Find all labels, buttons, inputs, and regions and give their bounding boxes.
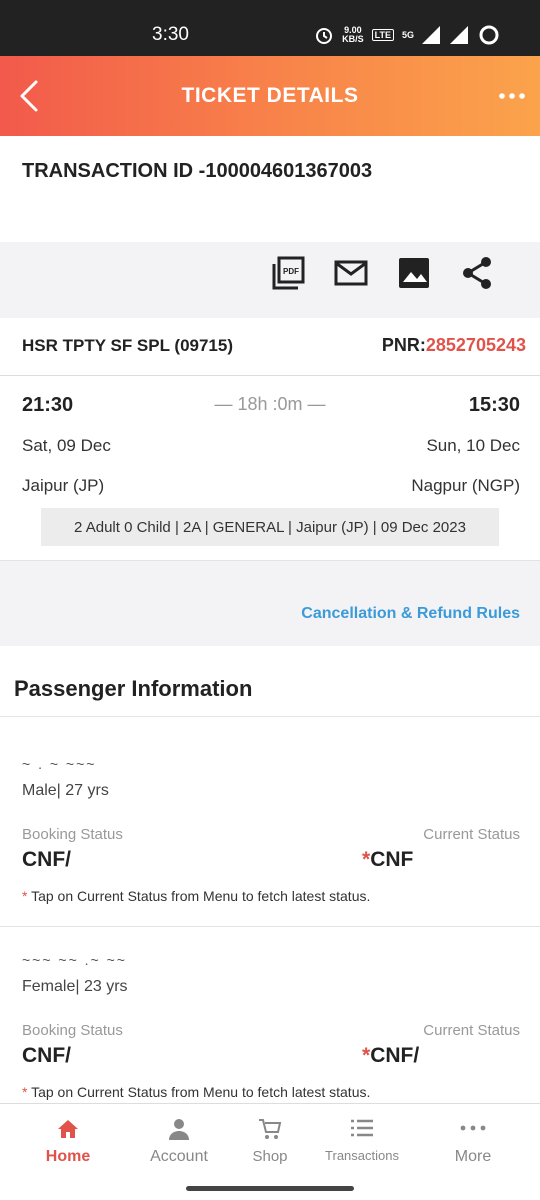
booking-status-label: Booking Status bbox=[22, 826, 123, 843]
booking-status-value: CNF/ bbox=[22, 1044, 71, 1067]
status-icons: 9.00 KB/S LTE 5G bbox=[314, 24, 500, 46]
transaction-id: TRANSACTION ID -100004601367003 bbox=[22, 160, 373, 182]
home-icon bbox=[58, 1120, 78, 1138]
gesture-bar-area bbox=[0, 1177, 540, 1200]
booking-status-value: CNF/ bbox=[22, 848, 71, 871]
cart-icon bbox=[259, 1119, 282, 1139]
status-bar: 3:30 9.00 KB/S LTE 5G bbox=[0, 0, 540, 56]
gesture-handle[interactable] bbox=[186, 1186, 354, 1191]
current-status-label: Current Status bbox=[423, 1022, 520, 1039]
signal-icon-2 bbox=[450, 26, 468, 44]
image-icon[interactable] bbox=[397, 256, 431, 290]
passenger-meta: Female| 23 yrs bbox=[22, 978, 128, 995]
nav-label: Transactions bbox=[325, 1148, 399, 1163]
arrival-date: Sun, 10 Dec bbox=[426, 436, 520, 455]
more-options-icon[interactable] bbox=[498, 84, 526, 108]
network-type: 5G bbox=[401, 29, 414, 40]
bottom-navigation: Home Account Shop Transactions More bbox=[0, 1103, 540, 1177]
lte-badge: LTE bbox=[371, 29, 394, 41]
to-station: Nagpur (NGP) bbox=[411, 476, 520, 495]
current-status-value[interactable]: *CNF bbox=[362, 848, 413, 872]
current-status-label: Current Status bbox=[423, 826, 520, 843]
booking-summary: 2 Adult 0 Child | 2A | GENERAL | Jaipur … bbox=[41, 508, 499, 546]
from-station: Jaipur (JP) bbox=[22, 476, 105, 495]
mail-icon[interactable] bbox=[334, 256, 368, 290]
nav-label: Account bbox=[150, 1148, 208, 1165]
nav-label: Shop bbox=[252, 1148, 288, 1165]
nav-transactions[interactable]: Transactions bbox=[310, 1104, 414, 1178]
alarm-icon bbox=[316, 28, 333, 44]
share-icon[interactable] bbox=[460, 256, 494, 290]
rules-section: Cancellation & Refund Rules bbox=[0, 560, 540, 646]
status-time: 3:30 bbox=[152, 24, 189, 45]
more-icon bbox=[460, 1125, 486, 1131]
divider bbox=[0, 716, 540, 717]
status-note: * Tap on Current Status from Menu to fet… bbox=[22, 888, 371, 904]
nav-label: More bbox=[454, 1148, 492, 1165]
status-note: * Tap on Current Status from Menu to fet… bbox=[22, 1084, 371, 1100]
pnr-number: PNR:2852705243 bbox=[381, 335, 526, 355]
train-info-row: HSR TPTY SF SPL (09715) PNR:2852705243 bbox=[0, 318, 540, 376]
section-divider bbox=[0, 646, 540, 658]
battery-icon bbox=[479, 25, 499, 45]
train-name: HSR TPTY SF SPL (09715) bbox=[22, 336, 233, 355]
svg-text:PDF: PDF bbox=[283, 267, 299, 276]
departure-date: Sat, 09 Dec bbox=[22, 436, 111, 455]
journey-duration: — 18h :0m — bbox=[214, 394, 326, 414]
passenger-meta: Male| 27 yrs bbox=[22, 782, 109, 799]
journey-details: 21:30 — 18h :0m — 15:30 Sat, 09 Dec Sun,… bbox=[0, 376, 540, 560]
action-toolbar: PDF bbox=[0, 242, 540, 318]
pdf-icon[interactable]: PDF bbox=[271, 256, 305, 290]
booking-status-label: Booking Status bbox=[22, 1022, 123, 1039]
net-speed: 9.00 KB/S bbox=[342, 25, 364, 44]
current-status-value[interactable]: *CNF/ bbox=[362, 1044, 419, 1068]
app-header: TICKET DETAILS bbox=[0, 56, 540, 136]
signal-icon bbox=[422, 26, 440, 44]
arrival-time: 15:30 bbox=[468, 394, 520, 416]
nav-more[interactable]: More bbox=[424, 1104, 522, 1178]
account-icon bbox=[169, 1119, 189, 1140]
passenger-info-title: Passenger Information bbox=[14, 676, 253, 701]
nav-home[interactable]: Home bbox=[18, 1104, 118, 1178]
divider bbox=[0, 926, 540, 927]
cancellation-rules-link[interactable]: Cancellation & Refund Rules bbox=[301, 605, 520, 623]
page-title: TICKET DETAILS bbox=[181, 84, 359, 107]
passenger-name: ~~~ ~~ .~ ~~ bbox=[22, 952, 127, 968]
nav-label: Home bbox=[45, 1148, 91, 1165]
nav-shop[interactable]: Shop bbox=[236, 1104, 304, 1178]
list-icon bbox=[351, 1119, 373, 1137]
passenger-name: ~ . ~ ~~~ bbox=[22, 756, 97, 772]
nav-account[interactable]: Account bbox=[128, 1104, 230, 1178]
